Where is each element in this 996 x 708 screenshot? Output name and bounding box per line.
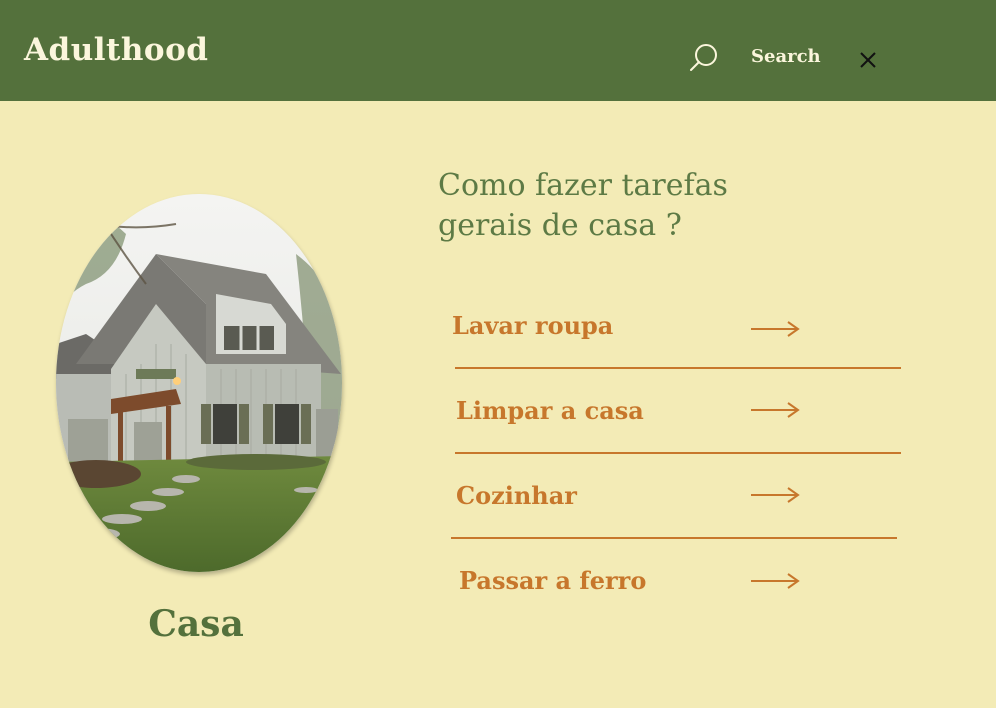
task-label: Passar a ferro [459,566,647,595]
task-link-passar-a-ferro[interactable]: Passar a ferro [450,566,902,636]
house-photo [56,194,342,572]
brand-logo[interactable]: Adulthood [24,32,208,68]
page-title: Como fazer tarefas gerais de casa ? [438,166,798,246]
search-button[interactable]: Search [751,46,821,67]
page-title-line-2: gerais de casa ? [438,208,682,243]
task-link-cozinhar[interactable]: Cozinhar [450,481,902,551]
close-icon[interactable] [858,50,878,70]
page-title-line-1: Como fazer tarefas [438,168,728,203]
search-icon[interactable] [688,42,720,72]
task-label: Cozinhar [456,481,577,510]
category-caption: Casa [148,603,244,645]
divider [455,452,901,454]
divider [451,537,897,539]
task-link-lavar-roupa[interactable]: Lavar roupa [450,311,902,381]
task-label: Limpar a casa [456,396,644,425]
arrow-right-icon [751,487,800,503]
top-bar: Adulthood Search [0,0,996,101]
task-label: Lavar roupa [452,311,614,340]
arrow-right-icon [751,321,800,337]
arrow-right-icon [751,402,800,418]
divider [455,367,901,369]
task-link-limpar-a-casa[interactable]: Limpar a casa [450,396,902,466]
arrow-right-icon [751,573,800,589]
